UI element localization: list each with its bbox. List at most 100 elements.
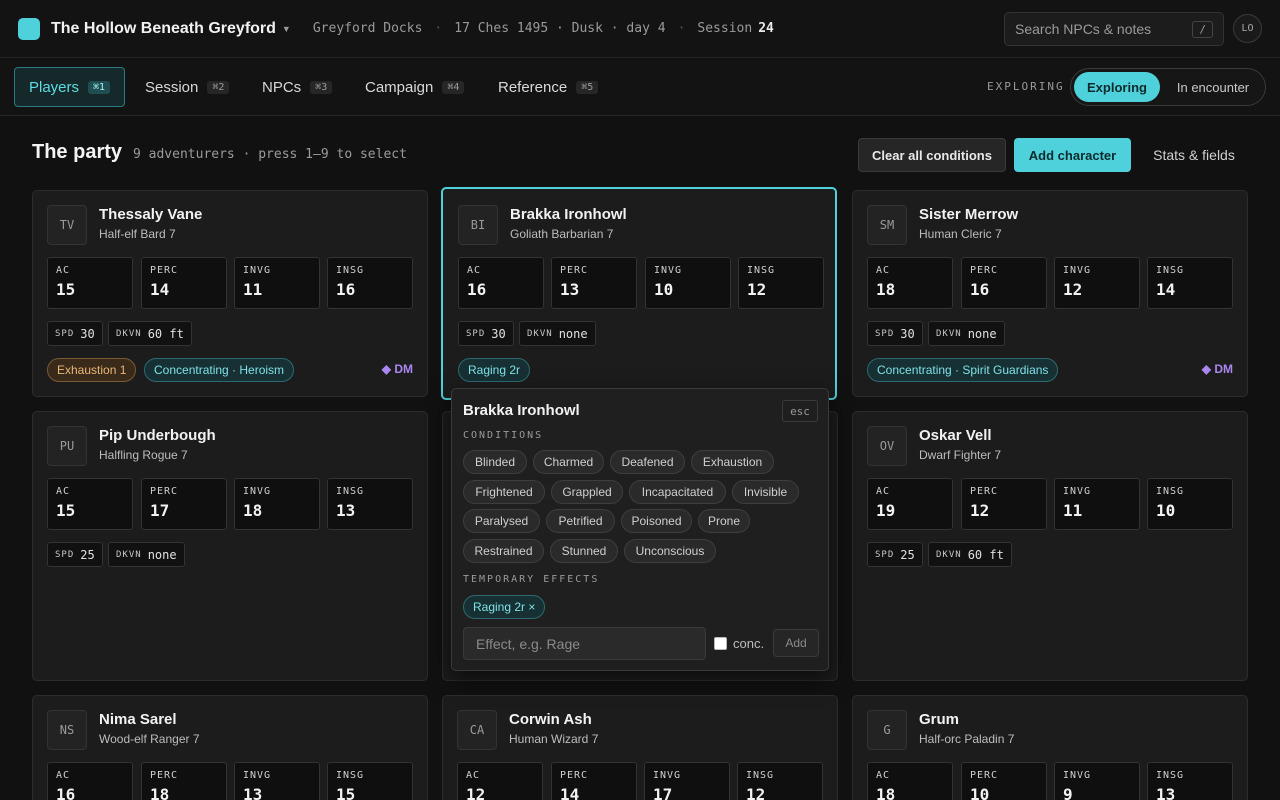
investigation-stat: INVG 18 (234, 478, 320, 530)
exhaustion-tag[interactable]: Exhaustion 1 (47, 358, 137, 382)
insight-stat: INSG 15 (327, 762, 413, 800)
ac-stat-label: AC (56, 486, 71, 497)
effect-input[interactable] (463, 627, 706, 660)
condition-restrained[interactable]: Restrained (463, 539, 544, 563)
tab-campaign[interactable]: Campaign ⌘4 (351, 67, 478, 107)
insight-stat-value: 15 (336, 785, 356, 800)
insight-stat-label: INSG (336, 265, 365, 276)
separator-dot: · (434, 21, 443, 36)
character-card[interactable]: TV Thessaly Vane Half-elf Bard 7 AC 15 PE… (32, 190, 428, 397)
character-card[interactable]: SM Sister Merrow Human Cleric 7 AC 18 PER… (852, 190, 1248, 397)
concentration-tag[interactable]: Concentrating · Heroism (144, 358, 295, 382)
tab-players[interactable]: Players ⌘1 (14, 67, 126, 107)
condition-paralysed[interactable]: Paralysed (463, 509, 540, 533)
raging-effect-tag[interactable]: Raging 2r × (463, 595, 546, 619)
speed-label: SPD (875, 549, 895, 560)
character-card[interactable]: G Grum Half-orc Paladin 7 AC 18 PERC 10 IN… (852, 695, 1248, 800)
investigation-stat-value: 12 (1063, 280, 1083, 299)
clear-conditions-button[interactable]: Clear all conditions (858, 138, 1006, 172)
character-card[interactable]: CA Corwin Ash Human Wizard 7 AC 12 PERC 14… (442, 695, 838, 800)
ac-stat-label: AC (876, 486, 891, 497)
mode-label: EXPLORING (987, 80, 1065, 93)
page-subtitle: 9 adventurers · press 1–9 to select (133, 147, 407, 162)
darkvision-value: 60 ft (147, 326, 184, 341)
character-name: Corwin Ash (509, 711, 592, 728)
perception-stat-label: PERC (560, 770, 589, 781)
investigation-stat-value: 17 (653, 785, 673, 800)
tab-label: Players (29, 78, 80, 96)
conditions-popover: Brakka Ironhowl esc CONDITIONS Blinded C… (451, 388, 829, 671)
stats-fields-button[interactable]: Stats & fields (1141, 138, 1247, 172)
location-text: Greyford Docks (312, 21, 423, 36)
date-text: 17 Ches 1495 · Dusk · day 4 (454, 21, 666, 36)
investigation-stat: INVG 9 (1054, 762, 1140, 800)
condition-stunned[interactable]: Stunned (550, 539, 618, 563)
character-card-selected[interactable]: BI Brakka Ironhowl Goliath Barbarian 7 A… (441, 187, 837, 400)
condition-deafened[interactable]: Deafened (610, 450, 685, 474)
insight-stat-value: 13 (1156, 785, 1176, 800)
condition-unconscious[interactable]: Unconscious (624, 539, 716, 563)
raging-tag[interactable]: Raging 2r (458, 358, 531, 382)
tab-reference[interactable]: Reference ⌘5 (484, 67, 612, 107)
ac-stat-label: AC (467, 265, 482, 276)
checkbox-icon (714, 637, 727, 650)
character-class: Half-orc Paladin 7 (919, 732, 1015, 746)
condition-frightened[interactable]: Frightened (463, 480, 545, 504)
mode-encounter-button[interactable]: In encounter (1164, 72, 1262, 102)
avatar[interactable]: LO (1233, 14, 1262, 43)
ac-stat-value: 15 (56, 501, 76, 520)
condition-invisible[interactable]: Invisible (732, 480, 799, 504)
speed-value: 30 (80, 326, 95, 341)
speed-pill: SPD 25 (47, 542, 103, 567)
speed-label: SPD (55, 549, 75, 560)
speed-pill: SPD 30 (867, 321, 923, 346)
insight-stat-label: INSG (336, 486, 365, 497)
close-button[interactable]: esc (782, 400, 818, 422)
darkvision-pill: DKVN 60 ft (928, 542, 1012, 567)
condition-prone[interactable]: Prone (698, 509, 750, 533)
dm-badge: ◆ DM (1201, 362, 1233, 376)
speed-value: 25 (80, 547, 95, 562)
condition-charmed[interactable]: Charmed (533, 450, 604, 474)
mode-exploring-button[interactable]: Exploring (1074, 72, 1160, 102)
campaign-title[interactable]: The Hollow Beneath Greyford (51, 20, 276, 38)
avatar: CA (457, 710, 497, 750)
ac-stat: AC 19 (867, 478, 953, 530)
investigation-stat-value: 9 (1063, 785, 1073, 800)
chevron-down-icon[interactable]: ▼ (282, 24, 291, 34)
character-card[interactable]: PU Pip Underbough Halfling Rogue 7 AC 15 … (32, 411, 428, 681)
insight-stat: INSG 14 (1147, 257, 1233, 309)
tab-shortcut: ⌘2 (207, 80, 230, 94)
character-card[interactable]: NS Nima Sarel Wood-elf Ranger 7 AC 16 PER… (32, 695, 428, 800)
add-character-button[interactable]: Add character (1014, 138, 1131, 172)
character-class: Human Cleric 7 (919, 227, 1002, 241)
page-title: The party (32, 141, 123, 163)
tab-shortcut: ⌘1 (88, 80, 111, 94)
tab-npcs[interactable]: NPCs ⌘3 (248, 67, 346, 107)
condition-poisoned[interactable]: Poisoned (621, 509, 692, 533)
speed-label: SPD (55, 328, 75, 339)
investigation-stat-value: 13 (243, 785, 263, 800)
insight-stat-value: 12 (746, 785, 766, 800)
condition-grappled[interactable]: Grappled (551, 480, 623, 504)
search-shortcut: / (1192, 20, 1213, 38)
darkvision-pill: DKVN 60 ft (108, 321, 192, 346)
popover-title: Brakka Ironhowl (463, 402, 580, 419)
search-input[interactable]: Search NPCs & notes / (1004, 12, 1224, 46)
avatar: SM (867, 205, 907, 245)
concentration-checkbox[interactable]: conc. (714, 636, 764, 651)
investigation-stat: INVG 11 (1054, 478, 1140, 530)
condition-petrified[interactable]: Petrified (546, 509, 615, 533)
ac-stat: AC 18 (867, 257, 953, 309)
condition-blinded[interactable]: Blinded (463, 450, 527, 474)
insight-stat-label: INSG (336, 770, 365, 781)
tab-session[interactable]: Session ⌘2 (131, 67, 243, 107)
tab-label: Reference (498, 78, 568, 96)
character-card[interactable]: OV Oskar Vell Dwarf Fighter 7 AC 19 PERC 1… (852, 411, 1248, 681)
condition-exhaustion[interactable]: Exhaustion (691, 450, 774, 474)
darkvision-label: DKVN (936, 549, 962, 560)
concentration-tag[interactable]: Concentrating · Spirit Guardians (867, 358, 1059, 382)
perception-stat: PERC 16 (961, 257, 1047, 309)
add-effect-button[interactable]: Add (773, 629, 819, 657)
condition-incapacitated[interactable]: Incapacitated (629, 480, 726, 504)
